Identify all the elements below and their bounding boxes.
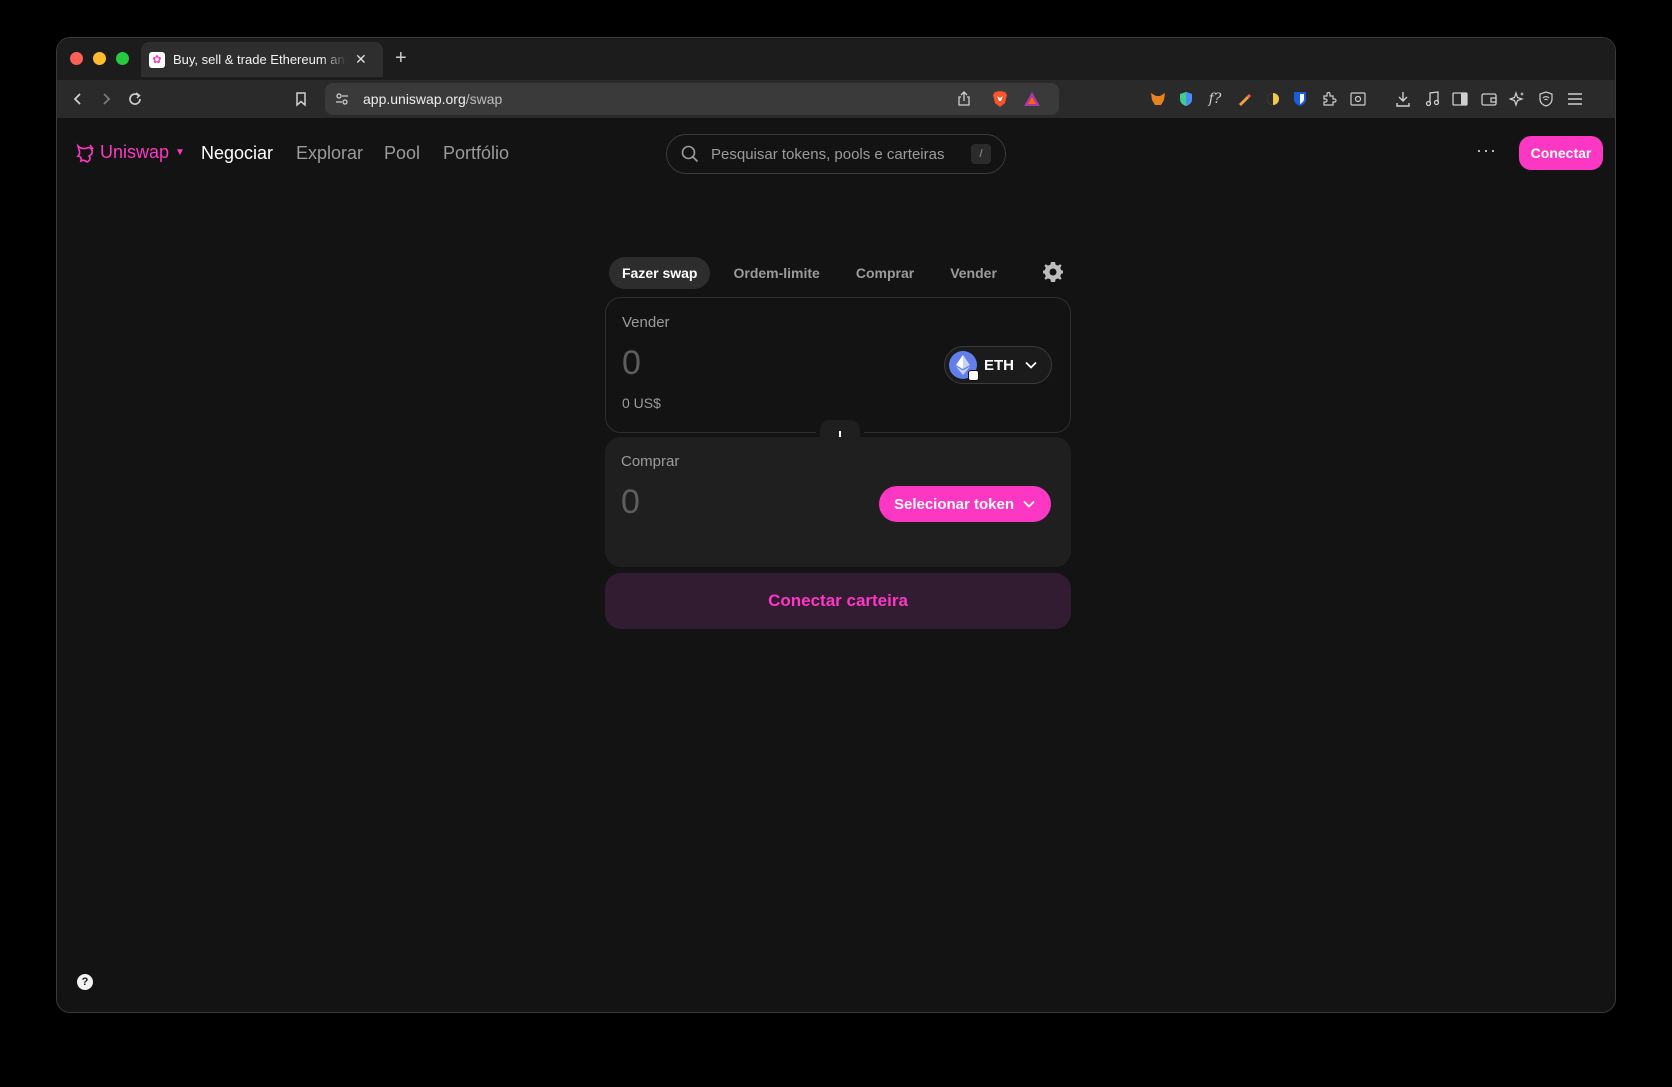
search-shortcut-badge: / xyxy=(971,144,991,164)
app-header: Uniswap ▼ Negociar Explorar Pool Portfól… xyxy=(57,118,1615,190)
brand-name: Uniswap xyxy=(100,142,170,162)
tab-strip: ✿ Buy, sell & trade Ethereum and ✕ + xyxy=(57,38,1615,80)
uniswap-unicorn-icon xyxy=(76,142,94,163)
brave-shields-icon[interactable] xyxy=(989,88,1011,110)
tab-vender[interactable]: Vender xyxy=(937,257,1010,289)
sell-token-symbol: ETH xyxy=(984,356,1014,374)
close-window-button[interactable] xyxy=(70,52,83,65)
chevron-down-icon xyxy=(1025,361,1037,369)
zoom-window-button[interactable] xyxy=(116,52,129,65)
fx-extension-icon[interactable]: f? xyxy=(1204,88,1226,110)
media-icon[interactable] xyxy=(1421,88,1443,110)
select-token-label: Selecionar token xyxy=(893,495,1015,513)
wallet-icon[interactable] xyxy=(1478,88,1500,110)
network-badge-icon xyxy=(968,370,979,381)
nav-portfolio[interactable]: Portfólio xyxy=(443,143,509,164)
downloads-icon[interactable] xyxy=(1392,88,1414,110)
eth-icon xyxy=(949,351,979,381)
sell-fiat-value: 0 US$ xyxy=(622,395,661,411)
brand-logo[interactable]: Uniswap ▼ xyxy=(75,142,185,163)
url-text: app.uniswap.org/swap xyxy=(363,91,502,107)
nav-negociar[interactable]: Negociar xyxy=(201,143,273,164)
swap-tabs: Fazer swap Ordem-limite Comprar Vender xyxy=(609,256,1020,290)
nav-pool[interactable]: Pool xyxy=(384,143,420,164)
chevron-down-icon xyxy=(1023,500,1035,508)
sell-label: Vender xyxy=(622,314,670,331)
vpn-icon[interactable] xyxy=(1535,88,1557,110)
gear-icon[interactable] xyxy=(1041,260,1065,284)
address-bar[interactable]: app.uniswap.org/swap xyxy=(325,83,1059,115)
menu-icon[interactable] xyxy=(1564,88,1586,110)
sell-panel: Vender 0 0 US$ ETH xyxy=(605,297,1071,433)
buy-amount-input[interactable]: 0 xyxy=(621,483,640,522)
shield-extension-icon[interactable] xyxy=(1175,88,1197,110)
reload-icon[interactable] xyxy=(124,88,146,110)
new-tab-button[interactable]: + xyxy=(395,48,407,68)
bitwarden-extension-icon[interactable] xyxy=(1289,88,1311,110)
tab-comprar[interactable]: Comprar xyxy=(843,257,927,289)
back-icon[interactable] xyxy=(67,88,89,110)
search-input[interactable]: Pesquisar tokens, pools e carteiras / xyxy=(666,134,1006,174)
pen-extension-icon[interactable] xyxy=(1233,88,1255,110)
connect-wallet-button[interactable]: Conectar carteira xyxy=(605,573,1071,629)
share-icon[interactable] xyxy=(953,88,975,110)
tab-ordem-limite[interactable]: Ordem-limite xyxy=(720,257,832,289)
help-icon[interactable]: ? xyxy=(77,974,93,990)
sell-amount-input[interactable]: 0 xyxy=(622,344,641,383)
tab-title: Buy, sell & trade Ethereum and xyxy=(173,52,347,67)
buy-label: Comprar xyxy=(621,453,680,470)
url-host: app.uniswap.org xyxy=(363,91,466,107)
sidebar-icon[interactable] xyxy=(1449,88,1471,110)
buy-panel: Comprar 0 Selecionar token xyxy=(605,437,1071,567)
connect-button[interactable]: Conectar xyxy=(1519,136,1603,170)
forward-icon[interactable] xyxy=(95,88,117,110)
browser-toolbar: app.uniswap.org/swap f? xyxy=(57,80,1615,118)
bookmark-icon[interactable] xyxy=(290,88,312,110)
extensions-puzzle-icon[interactable] xyxy=(1318,88,1340,110)
browser-tab[interactable]: ✿ Buy, sell & trade Ethereum and ✕ xyxy=(141,42,383,77)
minimize-window-button[interactable] xyxy=(93,52,106,65)
uniswap-favicon-icon: ✿ xyxy=(149,51,165,68)
url-path: /swap xyxy=(465,91,503,107)
reader-mode-icon[interactable] xyxy=(1347,88,1369,110)
leo-ai-icon[interactable] xyxy=(1506,88,1528,110)
search-placeholder: Pesquisar tokens, pools e carteiras xyxy=(711,145,945,163)
metamask-extension-icon[interactable] xyxy=(1147,88,1169,110)
browser-window: ✿ Buy, sell & trade Ethereum and ✕ + app… xyxy=(56,37,1616,1013)
sell-token-selector[interactable]: ETH xyxy=(944,346,1052,384)
brand-menu-caret-icon[interactable]: ▼ xyxy=(175,147,185,158)
close-tab-icon[interactable]: ✕ xyxy=(355,51,367,68)
search-icon xyxy=(681,145,699,163)
tab-fazer-swap[interactable]: Fazer swap xyxy=(609,257,711,289)
nav-explorar[interactable]: Explorar xyxy=(296,143,363,164)
site-settings-icon[interactable] xyxy=(331,88,353,110)
select-token-button[interactable]: Selecionar token xyxy=(879,486,1051,522)
brave-rewards-icon[interactable] xyxy=(1021,88,1043,110)
moon-extension-icon[interactable] xyxy=(1262,88,1284,110)
more-options-icon[interactable]: ··· xyxy=(1476,140,1497,161)
